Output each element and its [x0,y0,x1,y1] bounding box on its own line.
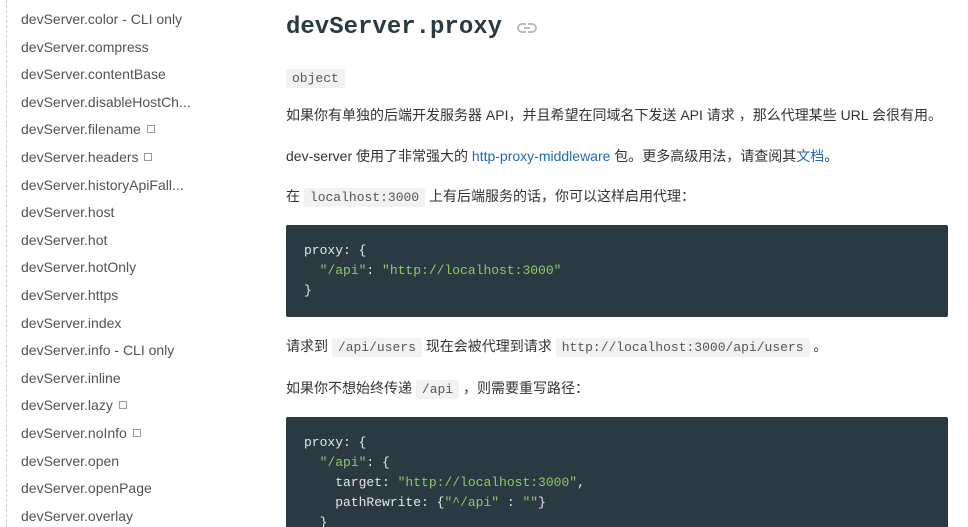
type-code: object [286,69,345,88]
sidebar-item-14[interactable]: devServer.lazy [15,392,246,420]
box-icon [133,429,141,437]
box-icon [144,153,152,161]
sidebar-item-label: devServer.headers [21,149,139,165]
paragraph-4: 请求到 /api/users 现在会被代理到请求 http://localhos… [286,333,948,361]
sidebar-item-label: devServer.filename [21,121,141,137]
p2-text-post: 。 [824,148,838,164]
sidebar-nav: devServer.color - CLI only devServer.comp… [6,0,246,527]
sidebar-item-label: devServer.color - CLI only [21,11,182,27]
proxied-url-code: http://localhost:3000/api/users [556,338,810,357]
paragraph-3: 在 localhost:3000 上有后端服务的话，你可以这样启用代理： [286,183,948,211]
paragraph-5: 如果你不想始终传递 /api ，则需要重写路径： [286,375,948,403]
code-block-1: proxy: { "/api": "http://localhost:3000"… [286,225,948,317]
sidebar-item-9[interactable]: devServer.hotOnly [15,254,246,282]
p4-text-mid: 现在会被代理到请求 [422,338,556,354]
sidebar-item-16[interactable]: devServer.open [15,448,246,476]
p2-text-mid: 包。更多高级用法，请查阅其 [610,148,796,164]
sidebar-item-4[interactable]: devServer.filename [15,116,246,144]
sidebar-item-17[interactable]: devServer.openPage [15,475,246,503]
sidebar-item-label: devServer.contentBase [21,66,166,82]
sidebar-item-2[interactable]: devServer.contentBase [15,61,246,89]
p4-text-pre: 请求到 [286,338,332,354]
sidebar-item-label: devServer.open [21,453,119,469]
sidebar-item-10[interactable]: devServer.https [15,282,246,310]
p3-text-post: 上有后端服务的话，你可以这样启用代理： [425,188,695,204]
code-block-2: proxy: { "/api": { target: "http://local… [286,417,948,527]
sidebar-item-6[interactable]: devServer.historyApiFall... [15,172,246,200]
sidebar-item-15[interactable]: devServer.noInfo [15,420,246,448]
sidebar-item-18[interactable]: devServer.overlay [15,503,246,527]
type-indicator: object [286,69,948,86]
sidebar-item-3[interactable]: devServer.disableHostCh... [15,89,246,117]
sidebar-item-label: devServer.https [21,287,118,303]
sidebar-item-label: devServer.inline [21,370,121,386]
p2-text-pre: dev-server 使用了非常强大的 [286,148,472,164]
sidebar-item-label: devServer.disableHostCh... [21,94,191,110]
sidebar-item-5[interactable]: devServer.headers [15,144,246,172]
sidebar-item-11[interactable]: devServer.index [15,310,246,338]
sidebar-item-label: devServer.info - CLI only [21,342,174,358]
sidebar-item-label: devServer.compress [21,39,149,55]
p4-text-post: 。 [810,338,828,354]
p5-text-pre: 如果你不想始终传递 [286,380,416,396]
sidebar-item-13[interactable]: devServer.inline [15,365,246,393]
paragraph-2: dev-server 使用了非常强大的 http-proxy-middlewar… [286,143,948,170]
section-heading: devServer.proxy [286,14,948,41]
anchor-link-icon[interactable] [516,21,538,35]
sidebar-item-8[interactable]: devServer.hot [15,227,246,255]
main-content: devServer.proxy object 如果你有单独的后端开发服务器 AP… [246,0,968,527]
sidebar-item-label: devServer.openPage [21,480,152,496]
api-users-code: /api/users [332,338,422,357]
docs-link[interactable]: 文档 [796,148,824,164]
sidebar-item-label: devServer.hot [21,232,107,248]
p3-text-pre: 在 [286,188,304,204]
sidebar-item-label: devServer.overlay [21,508,133,524]
localhost-code: localhost:3000 [304,188,425,207]
http-proxy-middleware-link[interactable]: http-proxy-middleware [472,148,611,164]
sidebar-item-label: devServer.hotOnly [21,259,136,275]
sidebar-item-1[interactable]: devServer.compress [15,34,246,62]
sidebar-item-label: devServer.host [21,204,114,220]
box-icon [119,401,127,409]
paragraph-1: 如果你有单独的后端开发服务器 API，并且希望在同域名下发送 API 请求 ，那… [286,102,948,129]
api-path-code: /api [416,380,459,399]
sidebar-item-0[interactable]: devServer.color - CLI only [15,6,246,34]
sidebar-item-label: devServer.historyApiFall... [21,177,184,193]
heading-text: devServer.proxy [286,14,502,41]
sidebar-item-label: devServer.noInfo [21,425,127,441]
sidebar-item-7[interactable]: devServer.host [15,199,246,227]
sidebar-item-label: devServer.index [21,315,121,331]
p5-text-post: ，则需要重写路径： [459,380,589,396]
sidebar-item-label: devServer.lazy [21,397,113,413]
sidebar-item-12[interactable]: devServer.info - CLI only [15,337,246,365]
box-icon [147,125,155,133]
